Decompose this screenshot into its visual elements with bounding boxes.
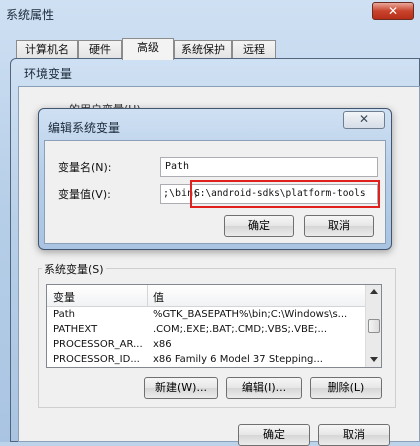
row-value: x86 Family 6 Model 37 Stepping... bbox=[153, 354, 323, 365]
env-cancel-button[interactable]: 取消 bbox=[318, 424, 390, 446]
table-header: 变量 值 bbox=[47, 285, 365, 307]
table-row[interactable]: PATHEXT .COM;.EXE;.BAT;.CMD;.VBS;.VBE;..… bbox=[47, 323, 365, 337]
header-divider bbox=[147, 285, 148, 307]
table-row[interactable]: PROCESSOR_AR... x86 bbox=[47, 338, 365, 352]
delete-variable-button[interactable]: 删除(L) bbox=[310, 377, 382, 399]
new-variable-button[interactable]: 新建(W)... bbox=[144, 377, 218, 399]
row-value: x86 bbox=[153, 339, 172, 350]
row-name: Path bbox=[53, 309, 75, 320]
edit-variable-button[interactable]: 编辑(I)... bbox=[226, 377, 302, 399]
tab-advanced[interactable]: 高级 bbox=[122, 38, 174, 60]
variable-value-highlight: G:\android-sdks\platform-tools bbox=[194, 188, 366, 199]
table-scrollbar[interactable] bbox=[365, 285, 381, 367]
table-row[interactable]: Path %GTK_BASEPATH%\bin;C:\Windows\s... bbox=[47, 308, 365, 322]
dialog-close-button[interactable]: ✕ bbox=[343, 111, 385, 129]
row-value: .COM;.EXE;.BAT;.CMD;.VBS;.VBE;... bbox=[153, 324, 328, 335]
outer-close-button[interactable]: ✕ bbox=[372, 2, 414, 20]
environment-variables-title: 环境变量 bbox=[24, 67, 73, 81]
tab-computer-name[interactable]: 计算机名 bbox=[16, 40, 78, 60]
close-icon: ✕ bbox=[387, 4, 399, 18]
close-icon: ✕ bbox=[358, 112, 370, 126]
table-row[interactable]: PROCESSOR_ID... x86 Family 6 Model 37 St… bbox=[47, 353, 365, 367]
env-ok-button[interactable]: 确定 bbox=[238, 424, 310, 446]
system-vars-table[interactable]: 变量 值 Path %GTK_BASEPATH%\bin;C:\Windows\… bbox=[46, 284, 382, 368]
tab-remote[interactable]: 远程 bbox=[232, 40, 276, 60]
scroll-up-arrow-icon[interactable] bbox=[370, 289, 378, 294]
row-name: PROCESSOR_AR... bbox=[53, 339, 143, 350]
dialog-ok-button[interactable]: 确定 bbox=[224, 215, 294, 237]
row-value: %GTK_BASEPATH%\bin;C:\Windows\s... bbox=[153, 309, 348, 320]
tab-strip: 计算机名 硬件 高级 系统保护 远程 bbox=[16, 38, 316, 60]
row-name: PATHEXT bbox=[53, 324, 98, 335]
system-properties-title: 系统属性 bbox=[6, 8, 55, 22]
row-name: PROCESSOR_ID... bbox=[53, 354, 140, 365]
scroll-down-arrow-icon[interactable] bbox=[370, 357, 378, 362]
tab-system-protection[interactable]: 系统保护 bbox=[174, 40, 232, 60]
variable-value-label: 变量值(V): bbox=[58, 188, 111, 201]
dialog-cancel-button[interactable]: 取消 bbox=[304, 215, 374, 237]
variable-name-label: 变量名(N): bbox=[58, 161, 112, 174]
scrollbar-thumb[interactable] bbox=[368, 319, 380, 333]
header-value[interactable]: 值 bbox=[153, 289, 164, 305]
system-vars-label: 系统变量(S) bbox=[42, 261, 106, 277]
tab-hardware[interactable]: 硬件 bbox=[78, 40, 122, 60]
variable-name-field[interactable]: Path bbox=[160, 157, 378, 177]
header-variable[interactable]: 变量 bbox=[53, 289, 75, 305]
edit-variable-title: 编辑系统变量 bbox=[48, 121, 121, 135]
